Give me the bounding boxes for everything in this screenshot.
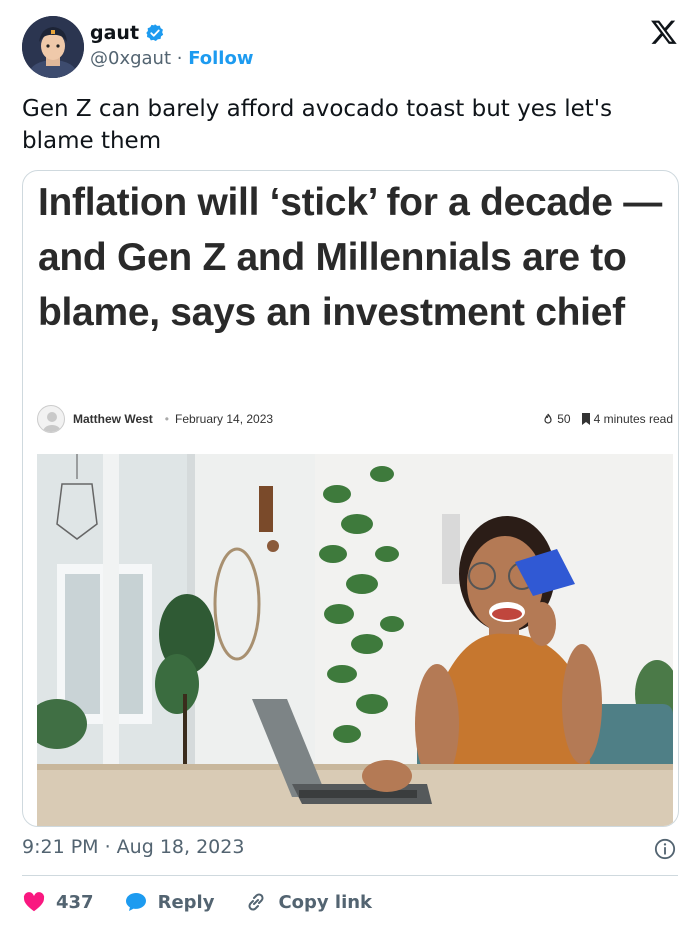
tweet-timestamp[interactable]: 9:21 PM · Aug 18, 2023 xyxy=(22,836,244,858)
article-likes-count: 50 xyxy=(557,412,571,426)
author-avatar[interactable] xyxy=(22,16,84,78)
article-likes: 50 xyxy=(542,412,571,426)
tweet-text: Gen Z can barely afford avocado toast bu… xyxy=(22,96,613,154)
copy-link-label: Copy link xyxy=(278,891,373,913)
reply-button[interactable]: Reply xyxy=(124,890,215,914)
author-name[interactable]: gaut xyxy=(90,22,139,44)
bookmark-icon xyxy=(581,413,590,425)
tweet-header: gaut @0xgaut · Follow xyxy=(0,0,700,90)
article-meta: Matthew West • February 14, 2023 50 4 mi… xyxy=(37,404,673,434)
tweet-media-card[interactable]: Inflation will ‘stick’ for a decade — an… xyxy=(22,170,679,827)
reply-label: Reply xyxy=(157,891,215,913)
article-headline: Inflation will ‘stick’ for a decade — an… xyxy=(38,181,662,334)
copy-link-button[interactable]: Copy link xyxy=(244,890,372,914)
heart-icon xyxy=(23,892,45,912)
verified-badge-icon xyxy=(146,24,164,41)
divider xyxy=(22,875,678,876)
flame-icon xyxy=(544,413,552,424)
article-photo xyxy=(37,454,673,826)
article-date: February 14, 2023 xyxy=(175,412,274,426)
article-author: Matthew West xyxy=(73,412,153,426)
handle-row: @0xgaut · Follow xyxy=(90,48,253,69)
like-count: 437 xyxy=(56,891,94,913)
reply-icon xyxy=(125,893,146,911)
article-read-time-label: 4 minutes read xyxy=(593,412,673,426)
info-icon[interactable] xyxy=(654,838,676,860)
follow-button[interactable]: Follow xyxy=(188,48,253,69)
like-button[interactable]: 437 xyxy=(22,890,94,914)
separator: · xyxy=(171,48,189,69)
article-read-time: 4 minutes read xyxy=(581,412,673,426)
meta-dot: • xyxy=(164,412,169,426)
article-author-avatar xyxy=(37,405,65,433)
x-logo-icon[interactable] xyxy=(650,18,678,46)
action-bar: 437 Reply Copy link xyxy=(22,886,402,918)
link-icon xyxy=(248,893,264,911)
author-handle[interactable]: @0xgaut xyxy=(90,48,171,69)
